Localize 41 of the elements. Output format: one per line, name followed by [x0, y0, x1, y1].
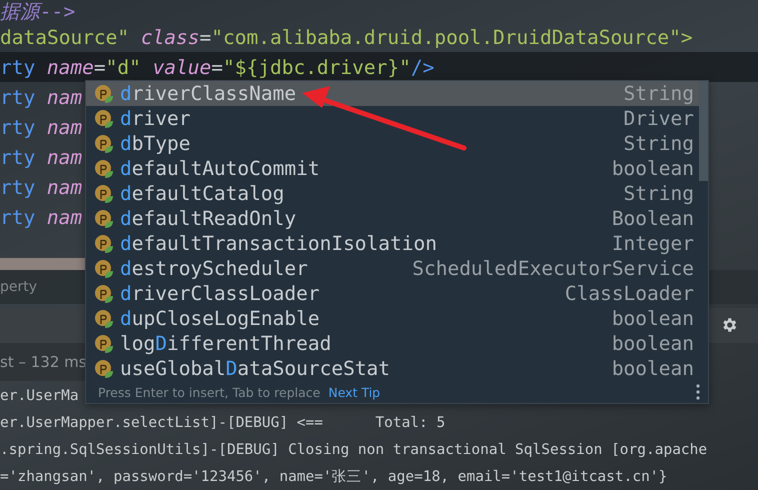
property-icon: [94, 84, 114, 104]
completion-item[interactable]: destroyScheduler ScheduledExecutorService: [86, 256, 708, 281]
property-icon: [94, 358, 114, 378]
console-line: er.UserMapper.selectList]-[DEBUG] <== Total: 5: [0, 414, 446, 430]
next-tip-link[interactable]: Next Tip: [328, 384, 688, 400]
code-line: rty nam: [0, 206, 82, 228]
run-status: st – 132 ms: [0, 352, 87, 371]
scrollbar[interactable]: [699, 81, 708, 181]
code-line: rty nam: [0, 176, 82, 198]
property-icon: [94, 234, 114, 254]
code-line: rty name="d" value="${jdbc.driver}"/>: [0, 56, 434, 78]
breadcrumb[interactable]: perty: [0, 278, 38, 295]
completion-item[interactable]: dupCloseLogEnable boolean: [86, 306, 708, 331]
completion-item[interactable]: d riverClassLoader ClassLoader: [86, 281, 708, 306]
completion-item[interactable]: logDifferentThread boolean: [86, 331, 708, 356]
console-line: er.UserMa: [0, 388, 79, 404]
completion-item[interactable]: useGlobalDataSourceStat boolean: [86, 356, 708, 381]
property-icon: [94, 184, 114, 204]
property-icon: [94, 308, 114, 328]
code-line: rty nam: [0, 146, 82, 168]
more-icon[interactable]: [696, 384, 700, 400]
property-icon: [94, 258, 114, 278]
code-line: rty nam: [0, 116, 82, 138]
console-line: ='zhangsan', password='123456', name='张三', age=18, email='test1@itcast.cn'}: [0, 468, 668, 486]
completion-item[interactable]: dbType String: [86, 131, 708, 156]
property-icon: [94, 284, 114, 304]
property-icon: [94, 208, 114, 228]
code-line: rty nam: [0, 86, 82, 108]
completion-item[interactable]: defaultAutoCommit boolean: [86, 156, 708, 181]
completion-item[interactable]: defaultReadOnly Boolean: [86, 206, 708, 231]
completion-item[interactable]: defaultCatalog String: [86, 181, 708, 206]
console-line: .spring.SqlSessionUtils]-[DEBUG] Closing non transactional SqlSession [org.apache: [0, 442, 708, 458]
code-line: dataSource" class="com.alibaba.druid.pool.DruidDataSource">: [0, 26, 693, 48]
property-icon: [94, 134, 114, 154]
completion-item[interactable]: d river Driver: [86, 106, 708, 131]
property-icon: [94, 108, 114, 128]
code-line: 据源-->: [0, 0, 76, 24]
completion-item[interactable]: defaultTransactionIsolation Integer: [86, 231, 708, 256]
property-icon: [94, 334, 114, 354]
property-icon: [94, 158, 114, 178]
hint-text: Press Enter to insert, Tab to replace: [98, 384, 320, 400]
